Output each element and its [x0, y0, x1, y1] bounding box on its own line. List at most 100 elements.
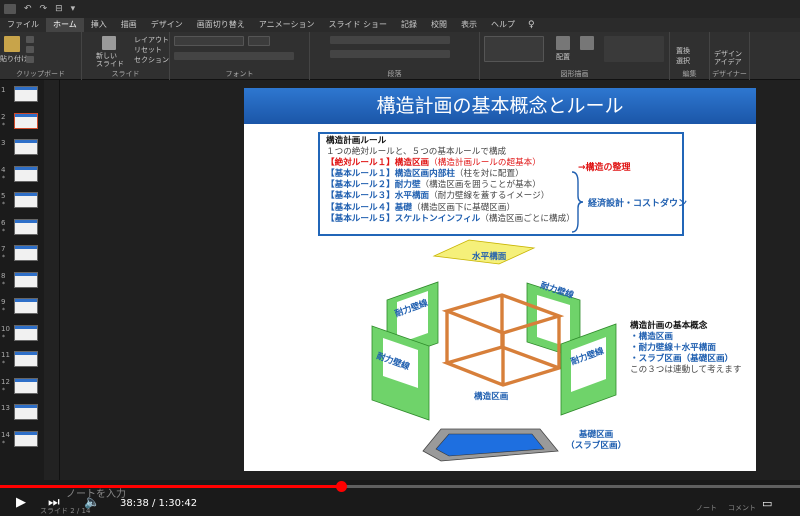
- thumbnail-title-bar: [15, 431, 37, 435]
- slide-thumbnail[interactable]: [14, 192, 38, 208]
- tab-design[interactable]: デザイン: [144, 18, 190, 32]
- reset-button[interactable]: リセット: [134, 45, 162, 55]
- tab-home[interactable]: ホーム: [46, 18, 84, 32]
- tab-file[interactable]: ファイル: [0, 18, 46, 32]
- font-format-icons[interactable]: [174, 52, 294, 60]
- shape-fill-icons[interactable]: [604, 36, 664, 62]
- tab-review[interactable]: 校閲: [424, 18, 454, 32]
- customize-icon[interactable]: ▾: [71, 4, 76, 14]
- tab-record[interactable]: 記録: [394, 18, 424, 32]
- section-button[interactable]: セクション: [134, 55, 169, 65]
- redo-icon[interactable]: ↷: [40, 4, 48, 14]
- label-structural-block: 構造区画: [474, 392, 509, 402]
- ribbon-tabs: ファイル ホーム 挿入 描画 デザイン 画面切り替え アニメーション スライド …: [0, 18, 800, 32]
- ribbon: 貼り付け クリップボード 新しい スライド レイアウト リセット セクション ス…: [0, 32, 800, 80]
- select-button[interactable]: 選択: [676, 56, 690, 66]
- quick-styles-icon[interactable]: [580, 36, 594, 50]
- thumbnail-number: 2: [1, 112, 6, 121]
- slide-thumbnail[interactable]: [14, 377, 38, 394]
- new-slide-label[interactable]: 新しい スライド: [96, 52, 124, 68]
- tab-slideshow[interactable]: スライド ショー: [321, 18, 394, 32]
- video-time: 38:38 / 1:30:42: [120, 498, 198, 509]
- slide-thumbnail[interactable]: [14, 139, 38, 155]
- slide-thumbnail[interactable]: [14, 324, 38, 341]
- slide-thumbnail[interactable]: [14, 218, 38, 235]
- undo-icon[interactable]: ↶: [24, 4, 32, 14]
- slide-thumbnail[interactable]: [14, 245, 38, 261]
- font-size-select[interactable]: [248, 36, 270, 46]
- thumbnail-animation-star: *: [2, 439, 5, 447]
- font-group-label: フォント: [225, 70, 254, 78]
- slide-thumbnail[interactable]: [14, 430, 38, 447]
- shapes-gallery[interactable]: [484, 36, 544, 62]
- status-notes-button[interactable]: ノート: [696, 503, 717, 513]
- font-name-select[interactable]: [174, 36, 244, 46]
- tab-draw[interactable]: 描画: [114, 18, 144, 32]
- slide-thumbnail[interactable]: [14, 404, 38, 420]
- paragraph-icons-row1[interactable]: [330, 36, 450, 44]
- video-progress-fill: [0, 485, 341, 488]
- thumbnail-number: 6: [1, 218, 6, 227]
- thumbnail-number: 11: [1, 351, 10, 359]
- concept-item-2: ・耐力壁線＋水平構面: [630, 343, 716, 353]
- slide-thumbnail[interactable]: [14, 112, 38, 129]
- drawing-group-label: 図形描画: [560, 70, 589, 78]
- label-horizontal-plane: 水平構面: [472, 252, 507, 262]
- rule-1-note: （柱を対に配置）: [454, 169, 524, 180]
- thumbnail-animation-star: *: [2, 280, 5, 288]
- concept-item-3: ・スラブ区画（基礎区画）: [630, 354, 734, 364]
- paste-icon[interactable]: [4, 36, 20, 52]
- slide-thumbnail[interactable]: [14, 86, 38, 102]
- paragraph-icons-row2[interactable]: [330, 50, 450, 58]
- rule-4: 【基本ルール４】基礎: [326, 202, 412, 213]
- thumbnail-number: 3: [1, 139, 6, 147]
- thumbnail-title-bar: [15, 166, 37, 170]
- concept-item-1: ・構造区画: [630, 332, 673, 342]
- arrange-label[interactable]: 配置: [556, 52, 570, 62]
- cut-icon[interactable]: [26, 36, 34, 43]
- lightbulb-icon[interactable]: ♀: [528, 20, 535, 30]
- subtitles-icon[interactable]: ▭: [762, 497, 772, 510]
- slide-thumbnail[interactable]: [14, 351, 38, 367]
- slide-thumbnail[interactable]: [14, 271, 38, 288]
- slide-thumbnail[interactable]: [14, 165, 38, 182]
- slide-thumbnail[interactable]: [14, 298, 38, 314]
- copy-icon[interactable]: [26, 46, 34, 53]
- structure-arrangement-note: →構造の整理: [578, 163, 631, 173]
- tab-help[interactable]: ヘルプ: [484, 18, 522, 32]
- editing-group-label: 編集: [682, 70, 697, 78]
- presenter-icon[interactable]: ⊟: [55, 4, 63, 14]
- slide-canvas[interactable]: 構造計画の基本概念とルール 構造計画ルール １つの絶対ルールと、５つの基本ルール…: [244, 88, 756, 471]
- thumbnail-animation-star: *: [2, 333, 5, 341]
- thumbnail-title-bar: [15, 193, 37, 196]
- video-scrubber-handle[interactable]: [335, 481, 347, 492]
- design-ideas-button[interactable]: デザイン アイデア: [714, 50, 742, 66]
- format-painter-icon[interactable]: [26, 56, 34, 63]
- rule-3-note: （耐力壁線を蓋するイメージ）: [429, 191, 550, 202]
- autosave-icon[interactable]: [4, 4, 16, 14]
- rules-box[interactable]: 構造計画ルール １つの絶対ルールと、５つの基本ルールで構成 【絶対ルール１】構造…: [318, 132, 684, 236]
- thumbnail-animation-star: *: [2, 386, 5, 394]
- thumbnail-number: 14: [1, 430, 10, 439]
- status-comment-button[interactable]: コメント: [728, 503, 756, 513]
- tab-view[interactable]: 表示: [454, 18, 484, 32]
- tab-insert[interactable]: 挿入: [84, 18, 114, 32]
- clipboard-group: 貼り付け クリップボード: [0, 32, 82, 80]
- video-progress-bar[interactable]: [0, 481, 800, 492]
- thumbnail-animation-star: *: [2, 307, 5, 314]
- rules-intro: １つの絶対ルールと、５つの基本ルールで構成: [326, 147, 507, 158]
- slide-title[interactable]: 構造計画の基本概念とルール: [244, 88, 756, 124]
- layout-button[interactable]: レイアウト: [134, 35, 169, 45]
- status-slide-count: スライド 2 / 14: [40, 507, 91, 515]
- tab-transitions[interactable]: 画面切り替え: [190, 18, 252, 32]
- new-slide-icon[interactable]: [102, 36, 116, 50]
- pane-splitter[interactable]: [44, 80, 60, 480]
- drawing-group: 配置 図形描画: [480, 32, 670, 80]
- play-icon[interactable]: ▶: [16, 495, 26, 510]
- tab-animations[interactable]: アニメーション: [252, 18, 322, 32]
- paste-label[interactable]: 貼り付け: [0, 54, 28, 64]
- replace-button[interactable]: 置換: [676, 46, 690, 56]
- arrange-icon[interactable]: [556, 36, 570, 50]
- powerpoint-window: ↶ ↷ ⊟ ▾ ファイル ホーム 挿入 描画 デザイン 画面切り替え アニメーシ…: [0, 0, 800, 516]
- rules-heading: 構造計画ルール: [326, 136, 387, 146]
